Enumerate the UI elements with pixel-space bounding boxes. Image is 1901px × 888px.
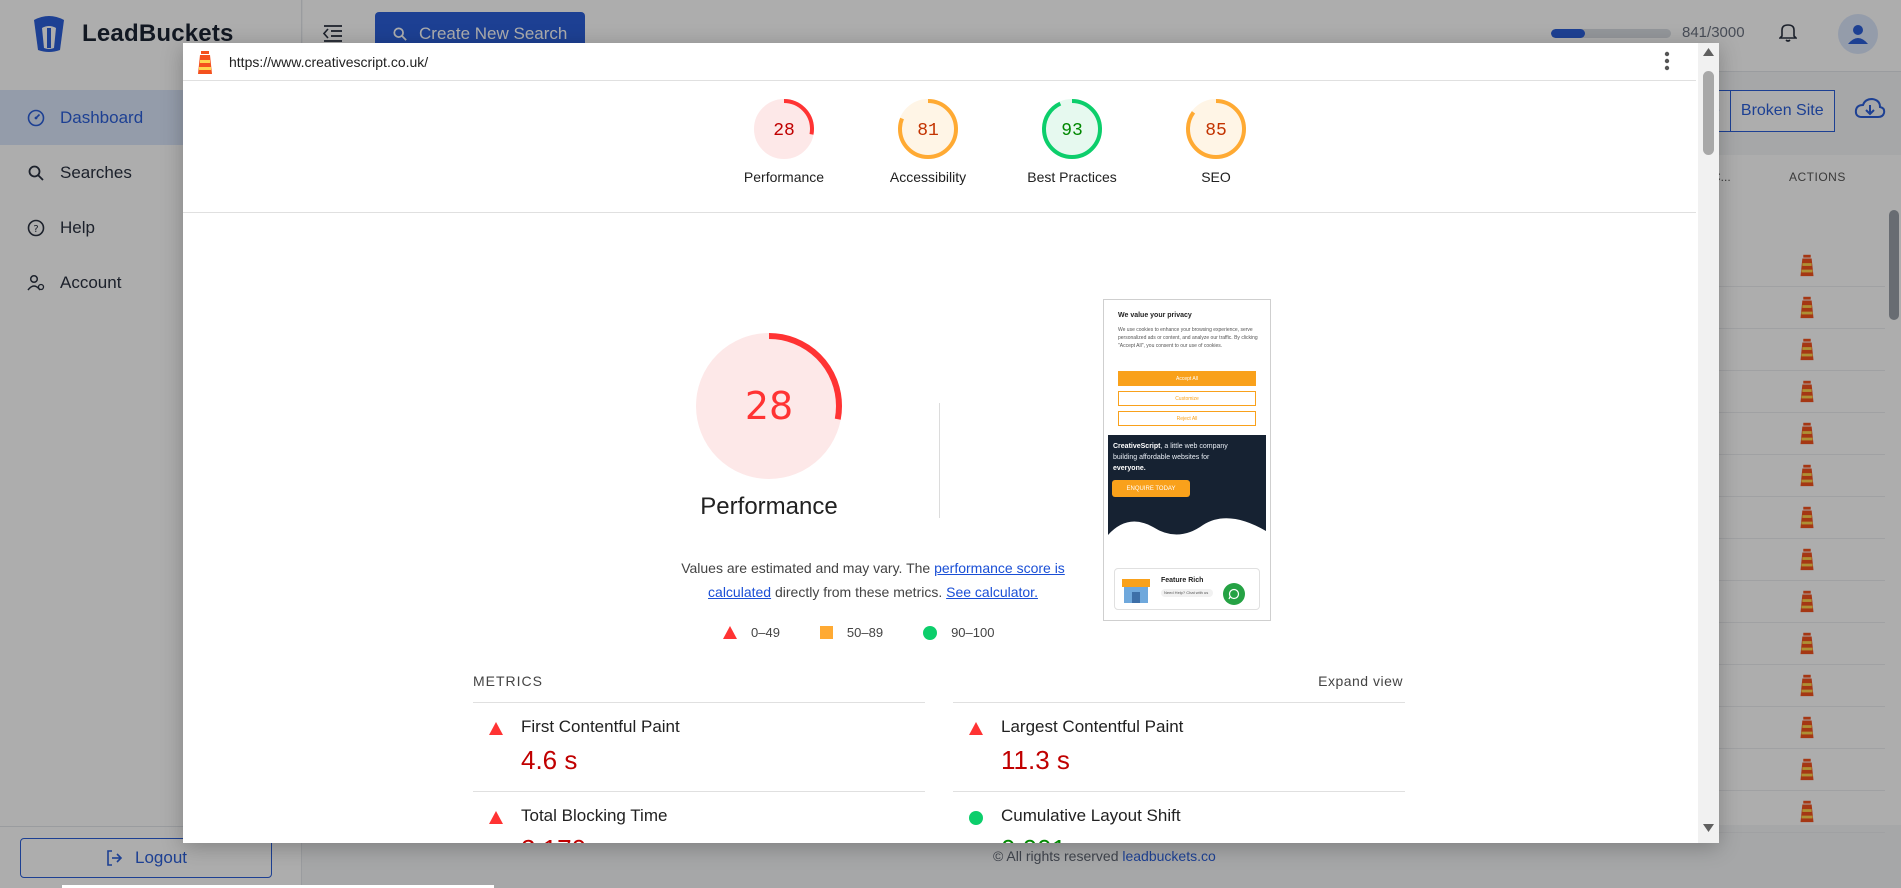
svg-text:28: 28: [745, 384, 793, 428]
circle-icon: [923, 625, 938, 640]
screenshot-hero: CreativeScript, a little web company bui…: [1108, 435, 1266, 550]
screenshot-enquire-button: ENQUIRE TODAY: [1112, 480, 1190, 497]
desc-text: Values are estimated and may vary. The: [681, 560, 935, 576]
metric-total-blocking-time: Total Blocking Time 2,170 ms: [473, 791, 925, 843]
screenshot-card-chat: Need Help? Chat with us: [1161, 589, 1213, 597]
screenshot-hero-brand: CreativeScript: [1113, 443, 1161, 450]
gauge-ring: 81: [898, 99, 958, 159]
screenshot-hero-text: CreativeScript, a little web company bui…: [1113, 441, 1233, 474]
gauge-ring: 85: [1186, 99, 1246, 159]
legend-label: 50–89: [846, 625, 884, 640]
shop-icon: [1122, 579, 1150, 603]
report-topbar: https://www.creativescript.co.uk/: [183, 43, 1696, 81]
screenshot-accept-button: Accept All: [1118, 371, 1256, 386]
lighthouse-report-modal: https://www.creativescript.co.uk/ 28 Per…: [183, 43, 1719, 843]
gauge-best-practices[interactable]: 93 Best Practices: [1012, 97, 1132, 185]
square-icon: [819, 626, 833, 639]
pass-circle-icon: [969, 811, 983, 825]
modal-scrollbar[interactable]: [1698, 43, 1719, 843]
metric-value: 11.3 s: [1001, 745, 1070, 775]
gauge-performance[interactable]: 28 Performance: [724, 97, 844, 185]
whatsapp-icon: [1223, 583, 1245, 605]
performance-description: Values are estimated and may vary. The p…: [673, 556, 1073, 604]
svg-text:28: 28: [773, 121, 795, 141]
report-url[interactable]: https://www.creativescript.co.uk/: [229, 54, 428, 70]
gauge-label: Best Practices: [1027, 169, 1117, 185]
screenshot-customize-button: Customize: [1118, 391, 1256, 406]
gauge-seo[interactable]: 85 SEO: [1156, 97, 1276, 185]
expand-view-button[interactable]: Expand view: [1318, 673, 1403, 689]
legend-item-fail: 0–49: [723, 625, 780, 640]
fail-triangle-icon: [489, 811, 503, 824]
gauge-ring: 28: [696, 333, 842, 479]
screenshot-hero-bold: everyone.: [1113, 465, 1146, 472]
modal-scroll-thumb[interactable]: [1703, 71, 1714, 155]
screenshot-privacy-text: We use cookies to enhance your browsing …: [1118, 327, 1258, 349]
screenshot-reject-button: Reject All: [1118, 411, 1256, 426]
screenshot-card-title: Feature Rich: [1161, 577, 1204, 584]
gauge-label: Accessibility: [889, 169, 967, 185]
gauge-ring: 93: [1042, 99, 1102, 159]
svg-text:85: 85: [1205, 121, 1227, 141]
fail-triangle-icon: [489, 722, 503, 735]
svg-text:81: 81: [917, 121, 939, 141]
gauge-label: Performance: [743, 169, 825, 185]
metric-label: First Contentful Paint: [521, 717, 680, 736]
triangle-icon: [723, 626, 737, 639]
metric-label: Largest Contentful Paint: [1001, 717, 1184, 736]
gauge-ring: 28: [754, 99, 814, 159]
metric-largest-contentful-paint: Largest Contentful Paint 11.3 s: [953, 702, 1405, 791]
more-options-icon[interactable]: [1663, 50, 1671, 77]
score-legend: 0–49 50–89 90–100: [723, 625, 994, 640]
fail-triangle-icon: [969, 722, 983, 735]
scroll-up-arrow-icon[interactable]: [1702, 47, 1715, 57]
screenshot-wave: [1108, 518, 1266, 550]
performance-title: Performance: [700, 493, 838, 520]
category-gauges: 28 Performance 81 Accessibility 93 Best …: [183, 81, 1696, 213]
gauge-label: SEO: [1201, 169, 1231, 185]
metric-value: 0.001: [1001, 834, 1066, 843]
legend-label: 0–49: [751, 625, 780, 640]
legend-item-average: 50–89: [819, 625, 884, 640]
metric-label: Cumulative Layout Shift: [1001, 806, 1181, 825]
metric-value: 4.6 s: [521, 745, 578, 775]
vertical-divider: [939, 403, 940, 518]
performance-gauge-large: 28 Performance: [619, 331, 919, 521]
desc-text: directly from these metrics.: [771, 584, 947, 600]
metric-label: Total Blocking Time: [521, 806, 668, 825]
metric-value: 2,170 ms: [521, 834, 628, 843]
metrics-title: METRICS: [473, 673, 543, 689]
scroll-down-arrow-icon[interactable]: [1702, 823, 1715, 833]
lighthouse-icon: [198, 50, 212, 74]
svg-text:93: 93: [1061, 121, 1083, 141]
gauge-accessibility[interactable]: 81 Accessibility: [868, 97, 988, 185]
metric-cumulative-layout-shift: Cumulative Layout Shift 0.001: [953, 791, 1405, 843]
legend-label: 90–100: [951, 625, 995, 640]
screenshot-feature-card: Feature Rich Need Help? Chat with us: [1114, 568, 1260, 610]
screenshot-privacy-title: We value your privacy: [1118, 312, 1192, 319]
see-calculator-link[interactable]: See calculator.: [946, 584, 1038, 600]
legend-item-pass: 90–100: [923, 625, 994, 640]
final-screenshot[interactable]: We value your privacy We use cookies to …: [1103, 299, 1271, 621]
metric-first-contentful-paint: First Contentful Paint 4.6 s: [473, 702, 925, 791]
